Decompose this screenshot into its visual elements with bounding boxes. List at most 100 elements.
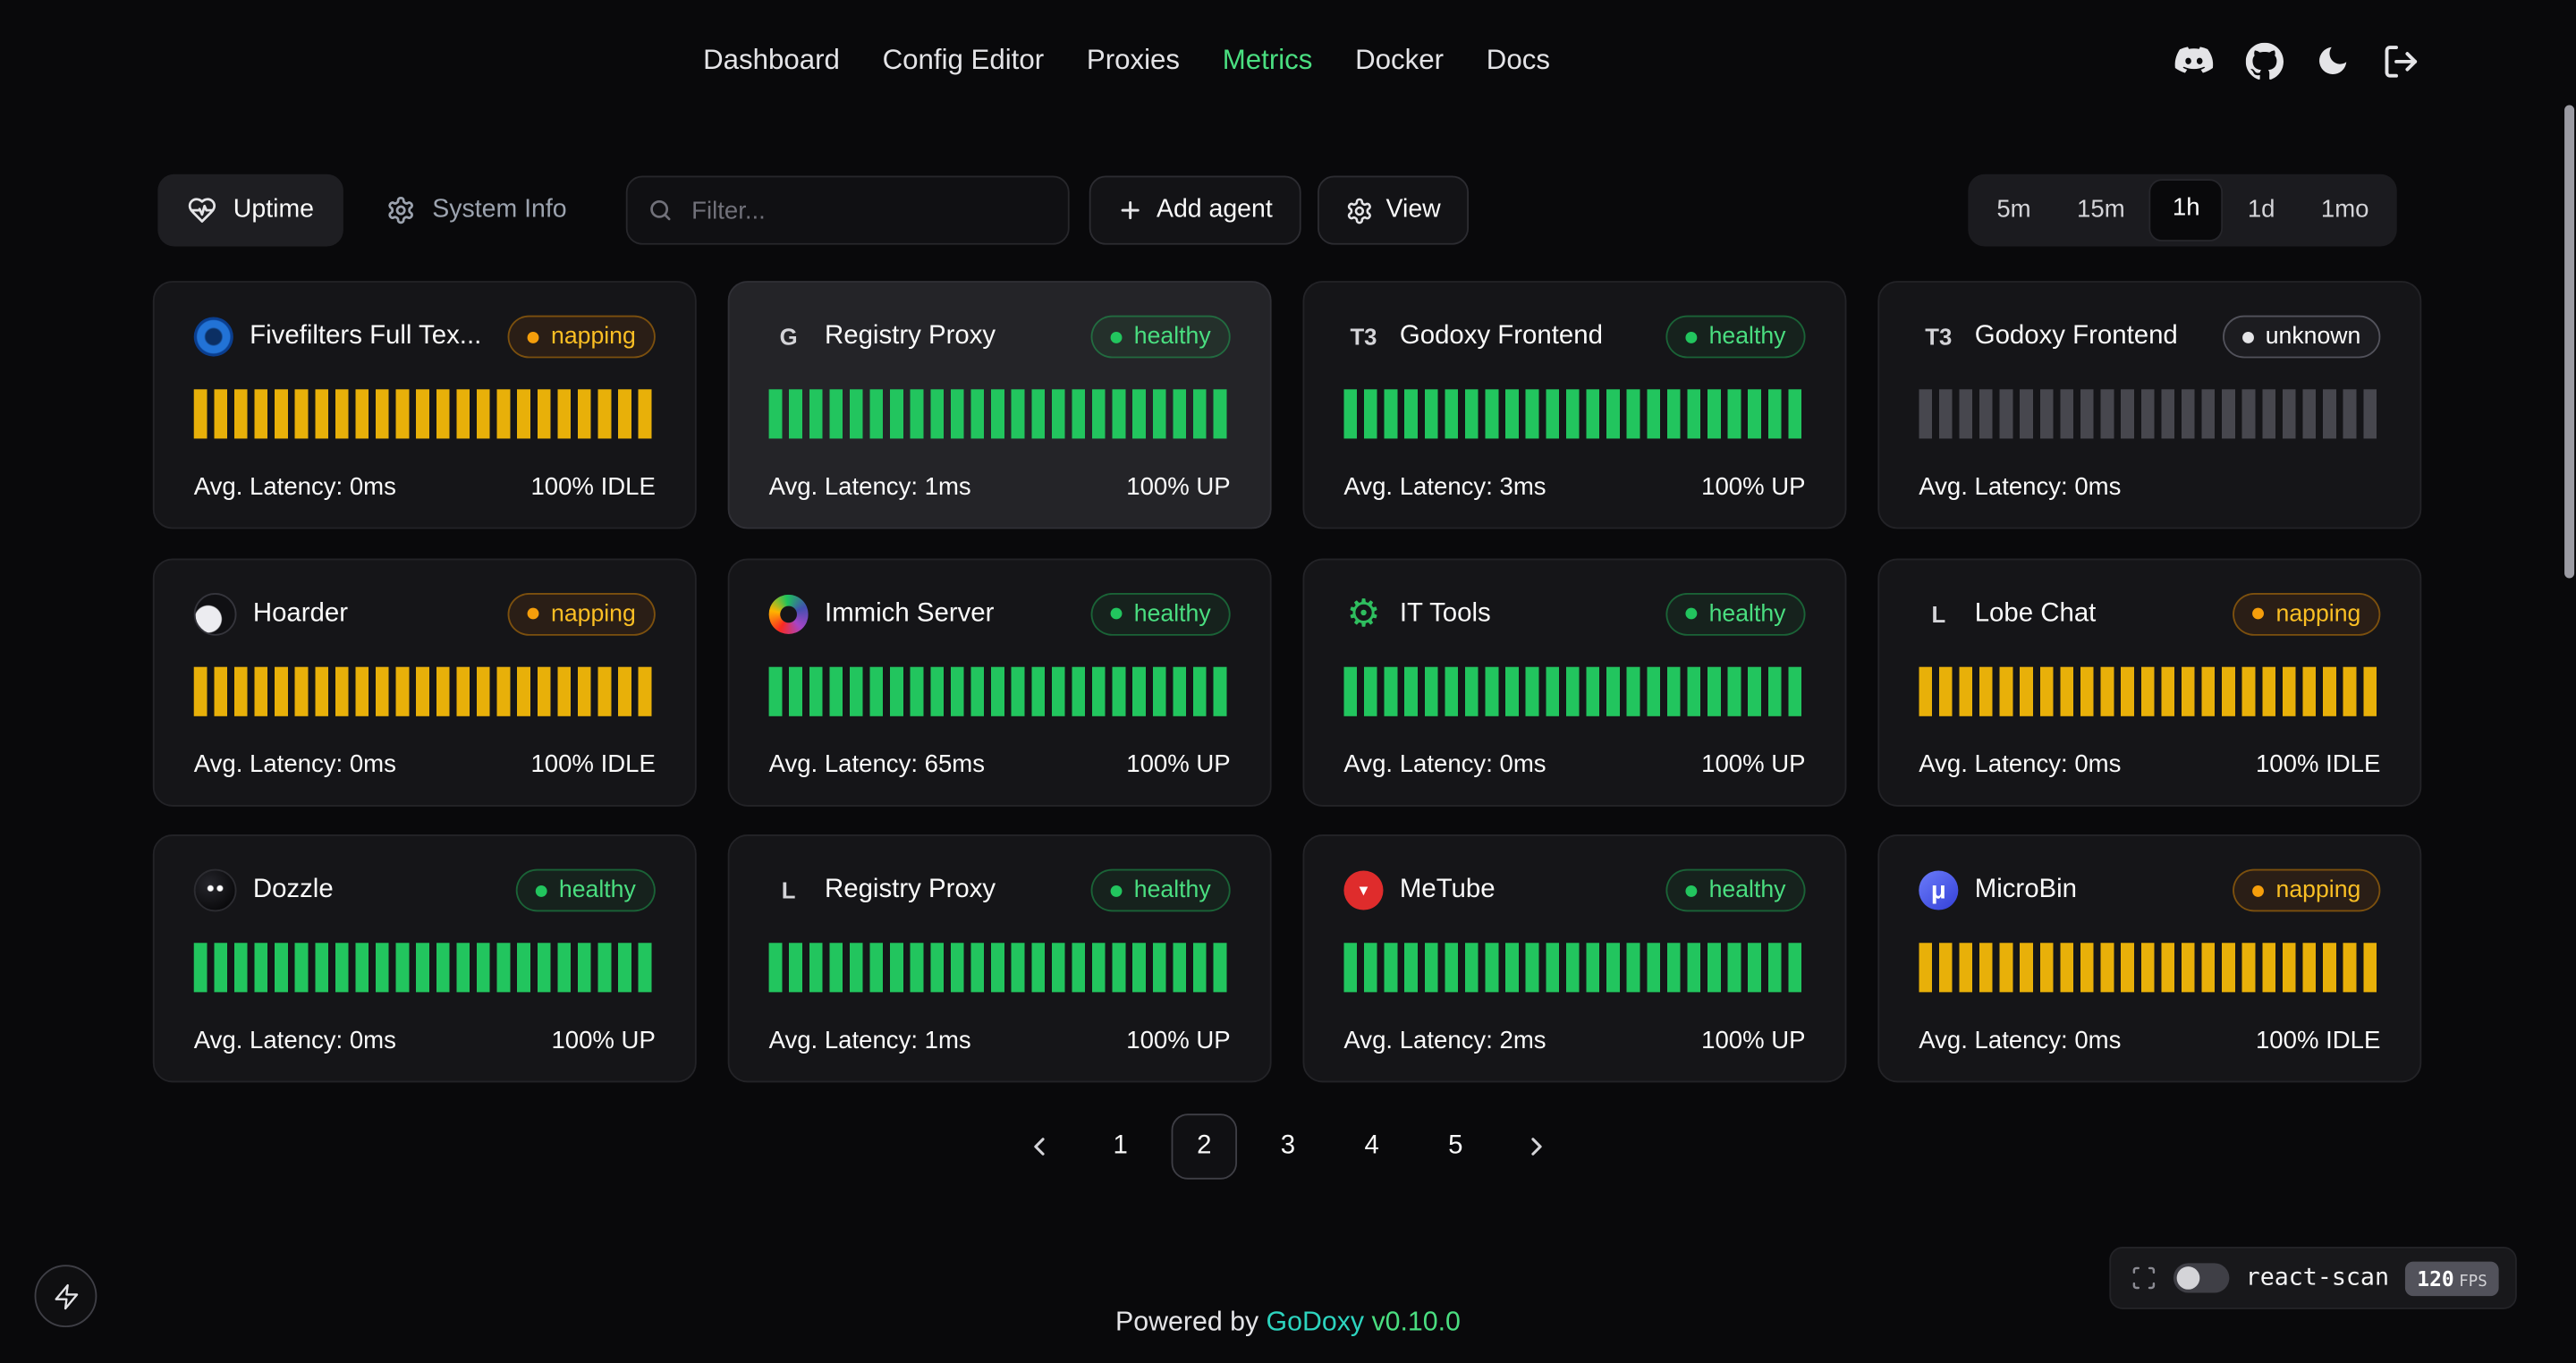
prev-page-icon[interactable] xyxy=(1011,1113,1070,1179)
plus-icon xyxy=(1117,197,1143,223)
service-card-it-tools[interactable]: ⚙ IT Tools healthy Avg. Latency: 0ms 100… xyxy=(1303,558,1847,806)
fivefilters-icon xyxy=(194,317,233,356)
immich-icon xyxy=(769,594,809,633)
zap-icon xyxy=(52,1283,80,1310)
uptime-bars[interactable] xyxy=(1343,666,1805,715)
status-badge: napping xyxy=(508,316,656,359)
nav-metrics[interactable]: Metrics xyxy=(1223,45,1313,78)
status-badge: healthy xyxy=(1091,316,1231,359)
service-name: IT Tools xyxy=(1400,598,1650,628)
service-card-registry-proxy-2[interactable]: L Registry Proxy healthy Avg. Latency: 1… xyxy=(728,834,1272,1082)
godoxy-metrics-page: Dashboard Config Editor Proxies Metrics … xyxy=(0,0,2576,1363)
godoxy-frontend-icon: T3 xyxy=(1919,317,1958,356)
page-3[interactable]: 3 xyxy=(1255,1113,1320,1179)
nav-dashboard[interactable]: Dashboard xyxy=(703,45,840,78)
godoxy-frontend-icon: T3 xyxy=(1343,317,1383,356)
status-dot xyxy=(1111,331,1123,343)
version-link[interactable]: v0.10.0 xyxy=(1371,1308,1460,1337)
service-card-hoarder[interactable]: Hoarder napping Avg. Latency: 0ms 100% I… xyxy=(153,558,697,806)
service-card-godoxy-frontend-unknown[interactable]: T3 Godoxy Frontend unknown Avg. Latency:… xyxy=(1877,281,2421,529)
status-badge: napping xyxy=(2233,869,2381,912)
uptime-bars[interactable] xyxy=(769,389,1231,438)
discord-icon[interactable] xyxy=(2174,40,2215,81)
service-card-metube[interactable]: ▼ MeTube healthy Avg. Latency: 2ms 100% … xyxy=(1303,834,1847,1082)
status-badge: healthy xyxy=(516,869,656,912)
page-5[interactable]: 5 xyxy=(1423,1113,1488,1179)
status-badge: healthy xyxy=(1666,869,1806,912)
view-label: View xyxy=(1386,196,1441,225)
service-name: Registry Proxy xyxy=(825,876,1075,905)
uptime-bars[interactable] xyxy=(1919,389,2380,438)
filter-input[interactable] xyxy=(688,195,1047,226)
uptime-bars[interactable] xyxy=(769,666,1231,715)
status-badge: unknown xyxy=(2223,316,2380,359)
powered-by-text: Powered by xyxy=(1115,1308,1258,1337)
logout-icon[interactable] xyxy=(2382,42,2419,80)
gear-icon xyxy=(386,196,416,225)
page-4[interactable]: 4 xyxy=(1339,1113,1404,1179)
uptime-bars[interactable] xyxy=(769,943,1231,992)
range-1mo[interactable]: 1mo xyxy=(2300,181,2390,240)
service-card-microbin[interactable]: μ MicroBin napping Avg. Latency: 0ms 100… xyxy=(1877,834,2421,1082)
status-dot xyxy=(1686,885,1698,896)
react-scan-toolbar[interactable]: react-scan 120 FPS xyxy=(2109,1247,2517,1309)
tab-system-info[interactable]: System Info xyxy=(363,174,589,247)
service-card-fivefilters[interactable]: Fivefilters Full Tex... napping Avg. Lat… xyxy=(153,281,697,529)
next-page-icon[interactable] xyxy=(1506,1113,1565,1179)
quick-actions-button[interactable] xyxy=(35,1265,97,1327)
react-scan-toggle[interactable] xyxy=(2174,1263,2229,1292)
uptime-bars[interactable] xyxy=(1343,943,1805,992)
status-dot xyxy=(528,608,539,620)
range-1h[interactable]: 1h xyxy=(2149,179,2223,241)
nav-docs[interactable]: Docs xyxy=(1487,45,1550,78)
view-button[interactable]: View xyxy=(1317,176,1469,245)
service-card-immich[interactable]: Immich Server healthy Avg. Latency: 65ms… xyxy=(728,558,1272,806)
moon-theme-icon[interactable] xyxy=(2315,43,2351,79)
add-agent-label: Add agent xyxy=(1157,196,1273,225)
service-name: Hoarder xyxy=(253,598,492,628)
latency-label: Avg. Latency: 0ms xyxy=(194,473,396,501)
range-1d[interactable]: 1d xyxy=(2226,181,2296,240)
uptime-bars[interactable] xyxy=(1919,943,2380,992)
metrics-toolbar: Uptime System Info Add agent View xyxy=(157,174,2396,247)
page-2[interactable]: 2 xyxy=(1172,1113,1237,1179)
github-icon[interactable] xyxy=(2246,42,2284,80)
scrollbar-thumb[interactable] xyxy=(2564,106,2574,579)
service-name: Fivefilters Full Tex... xyxy=(250,322,492,351)
service-card-registry-proxy[interactable]: G Registry Proxy healthy Avg. Latency: 1… xyxy=(728,281,1272,529)
metube-icon: ▼ xyxy=(1343,870,1383,910)
add-agent-button[interactable]: Add agent xyxy=(1089,176,1301,245)
uptime-percent-label: 100% UP xyxy=(1126,749,1230,777)
range-15m[interactable]: 15m xyxy=(2055,181,2146,240)
inspect-icon[interactable] xyxy=(2131,1265,2157,1291)
page-1[interactable]: 1 xyxy=(1088,1113,1153,1179)
uptime-percent-label: 100% IDLE xyxy=(530,749,655,777)
hoarder-icon xyxy=(194,592,237,635)
status-dot xyxy=(2253,608,2265,620)
uptime-percent-label: 100% IDLE xyxy=(2256,749,2380,777)
tab-uptime[interactable]: Uptime xyxy=(157,174,343,247)
uptime-bars[interactable] xyxy=(194,666,656,715)
service-name: MeTube xyxy=(1400,876,1650,905)
lobe-chat-icon: L xyxy=(1919,594,1958,633)
service-card-lobe-chat[interactable]: L Lobe Chat napping Avg. Latency: 0ms 10… xyxy=(1877,558,2421,806)
uptime-bars[interactable] xyxy=(1919,666,2380,715)
status-badge: napping xyxy=(2233,592,2381,635)
range-5m[interactable]: 5m xyxy=(1975,181,2052,240)
service-name: MicroBin xyxy=(1975,876,2217,905)
uptime-percent-label: 100% IDLE xyxy=(2256,1027,2380,1054)
service-card-godoxy-frontend[interactable]: T3 Godoxy Frontend healthy Avg. Latency:… xyxy=(1303,281,1847,529)
nav-items: Dashboard Config Editor Proxies Metrics … xyxy=(703,0,1550,122)
service-card-dozzle[interactable]: Dozzle healthy Avg. Latency: 0ms 100% UP xyxy=(153,834,697,1082)
status-dot xyxy=(1686,331,1698,343)
latency-label: Avg. Latency: 0ms xyxy=(1919,1027,2121,1054)
uptime-bars[interactable] xyxy=(194,943,656,992)
latency-label: Avg. Latency: 1ms xyxy=(769,1027,971,1054)
nav-proxies[interactable]: Proxies xyxy=(1087,45,1180,78)
uptime-bars[interactable] xyxy=(194,389,656,438)
nav-docker[interactable]: Docker xyxy=(1355,45,1444,78)
status-dot xyxy=(1111,885,1123,896)
nav-config-editor[interactable]: Config Editor xyxy=(883,45,1045,78)
godoxy-link[interactable]: GoDoxy xyxy=(1267,1308,1364,1337)
uptime-bars[interactable] xyxy=(1343,389,1805,438)
